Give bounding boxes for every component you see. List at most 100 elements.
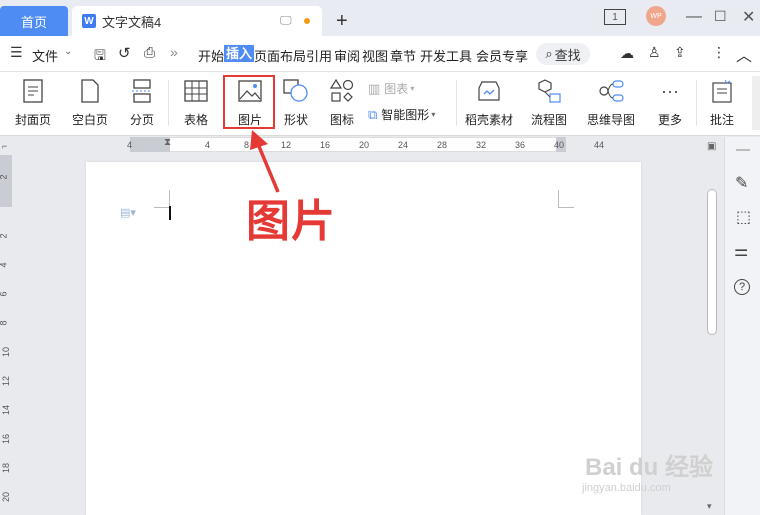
vruler-tick: 2 [0, 233, 9, 238]
search-icon: ⌕ [545, 46, 553, 61]
ribbon-insert: 封面页 空白页 分页 表格 图片 形状 图标 ▥ 图表 ▾ ⧉ 智能图形 ▾ 稻壳素… [0, 72, 760, 136]
document-page[interactable]: ▤▾ [86, 162, 641, 515]
ruler-tick: 28 [437, 140, 448, 150]
chart-button[interactable]: ▥ 图表 ▾ [368, 80, 414, 97]
mindmap-icon [598, 78, 624, 104]
blank-page-icon [77, 78, 103, 104]
pointer-icon[interactable]: ⬚ [736, 207, 751, 227]
highlight-box [223, 75, 275, 129]
tab-insert[interactable]: 插入 [224, 45, 255, 62]
ruler-tick: 36 [515, 140, 526, 150]
tab-developer[interactable]: 开发工具 [420, 46, 472, 65]
smartart-icon: ⧉ [368, 106, 378, 122]
table-button[interactable]: 表格 [176, 76, 216, 130]
hamburger-icon[interactable]: ☰ [10, 44, 23, 61]
panel-drag-handle[interactable] [736, 149, 750, 151]
settings-sliders-icon[interactable]: ⚌ [734, 241, 748, 261]
title-bar: 首页 W 文字文稿4 🖵 + 1 WP — ☐ ✕ [0, 0, 760, 36]
blank-page-button[interactable]: 空白页 [64, 76, 116, 130]
tab-layout[interactable]: 页面布局 [254, 46, 306, 65]
tab-review[interactable]: 审阅 [334, 46, 360, 65]
close-icon[interactable]: ✕ [742, 7, 755, 27]
file-menu[interactable]: 文件 [32, 46, 58, 65]
smartart-label: 智能图形 [381, 108, 430, 122]
share-icon[interactable]: ⇪ [674, 44, 686, 61]
ruler-tick: 44 [594, 140, 605, 150]
collapse-ribbon-icon[interactable]: ︿ [736, 42, 752, 66]
page-break-label: 分页 [129, 113, 154, 127]
cover-page-icon [20, 78, 46, 104]
chart-label: 图表 [384, 82, 409, 96]
more-label: 更多 [657, 113, 682, 127]
undo-icon[interactable]: ↺ [118, 44, 131, 62]
minimize-icon[interactable]: — [686, 8, 702, 26]
blank-page-label: 空白页 [71, 113, 108, 127]
ruler-tick: 24 [398, 140, 409, 150]
more-button[interactable]: ··· 更多 [650, 76, 690, 130]
shape-button[interactable]: 形状 [276, 76, 316, 130]
avatar[interactable]: WP [646, 6, 666, 26]
tab-start[interactable]: 开始 [198, 46, 224, 65]
tab-home[interactable]: 首页 [0, 6, 68, 36]
vruler-tick: 18 [1, 462, 12, 474]
indent-marker[interactable]: ⧗ [164, 137, 171, 148]
ruler-tick: 20 [359, 140, 370, 150]
pen-icon[interactable]: ✎ [735, 173, 748, 193]
scroll-thumb[interactable] [707, 189, 717, 335]
help-icon[interactable]: ? [734, 279, 750, 295]
more-vertical-icon[interactable]: ⋮ [712, 44, 726, 61]
tab-view[interactable]: 视图 [362, 46, 388, 65]
shape-label: 形状 [283, 113, 308, 127]
chart-icon: ▥ [368, 80, 381, 96]
tab-document[interactable]: W 文字文稿4 🖵 [72, 6, 322, 36]
ribbon-scroll-right[interactable] [752, 76, 760, 130]
paragraph-handle-icon[interactable]: ▤▾ [120, 206, 136, 219]
more-quick-icon[interactable]: » [170, 44, 178, 60]
writer-logo-icon: W [82, 14, 96, 28]
workspace-icon[interactable]: 1 [604, 9, 626, 25]
monitor-icon[interactable]: 🖵 [280, 13, 292, 28]
more-dots-icon: ··· [661, 80, 679, 101]
mindmap-button[interactable]: 思维导图 [582, 76, 640, 130]
separator [168, 80, 169, 126]
flowchart-button[interactable]: 流程图 [524, 76, 574, 130]
ruler-tick: 4 [205, 140, 211, 150]
tab-chapter[interactable]: 章节 [390, 46, 416, 65]
comment-label: 批注 [709, 113, 734, 127]
cover-page-button[interactable]: 封面页 [8, 76, 58, 130]
baidu-watermark-url: jingyan.baidu.com [582, 482, 671, 494]
vruler-tick: 20 [1, 491, 12, 503]
search-box[interactable]: ⌕ 查找 [536, 43, 590, 65]
margin-corner-tr [558, 190, 574, 208]
cover-page-label: 封面页 [14, 113, 51, 127]
shape-icon [283, 78, 309, 104]
print-icon[interactable]: ⎙ [144, 44, 155, 61]
tab-reference[interactable]: 引用 [306, 46, 332, 65]
scroll-down-icon[interactable]: ▾ [707, 501, 712, 512]
new-tab-icon[interactable]: + [336, 10, 348, 33]
comment-button[interactable]: 批注 [702, 76, 742, 130]
mindmap-label: 思维导图 [586, 113, 635, 127]
icons-label: 图标 [329, 113, 354, 127]
page-break-button[interactable]: 分页 [122, 76, 162, 130]
vruler-tick: 16 [1, 433, 12, 445]
annotation-label: 图片 [245, 195, 336, 248]
scroll-top-icon[interactable]: ▣ [707, 141, 716, 152]
tab-member[interactable]: 会员专享 [476, 46, 528, 65]
maximize-icon[interactable]: ☐ [714, 8, 727, 25]
page-break-icon [129, 78, 155, 104]
save-icon[interactable]: 🖫 [94, 45, 106, 69]
smartart-button[interactable]: ⧉ 智能图形 ▾ [368, 106, 435, 123]
cloud-icon[interactable]: ☁ [620, 45, 634, 62]
vertical-ruler [0, 155, 14, 515]
vruler-tick: 8 [0, 320, 9, 325]
search-label: 查找 [554, 47, 581, 63]
flowchart-icon [536, 78, 562, 104]
menu-bar: ☰ 文件 ⌄ 🖫 ↺ ⎙ » 开始 插入 页面布局 引用 审阅 视图 章节 开发… [0, 36, 760, 72]
docer-material-button[interactable]: 稻壳素材 [462, 76, 516, 130]
separator [456, 80, 457, 126]
text-cursor [169, 206, 171, 220]
icons-button[interactable]: 图标 [322, 76, 362, 130]
chevron-down-icon[interactable]: ⌄ [64, 46, 72, 57]
add-user-icon[interactable]: ♙ [648, 44, 661, 61]
